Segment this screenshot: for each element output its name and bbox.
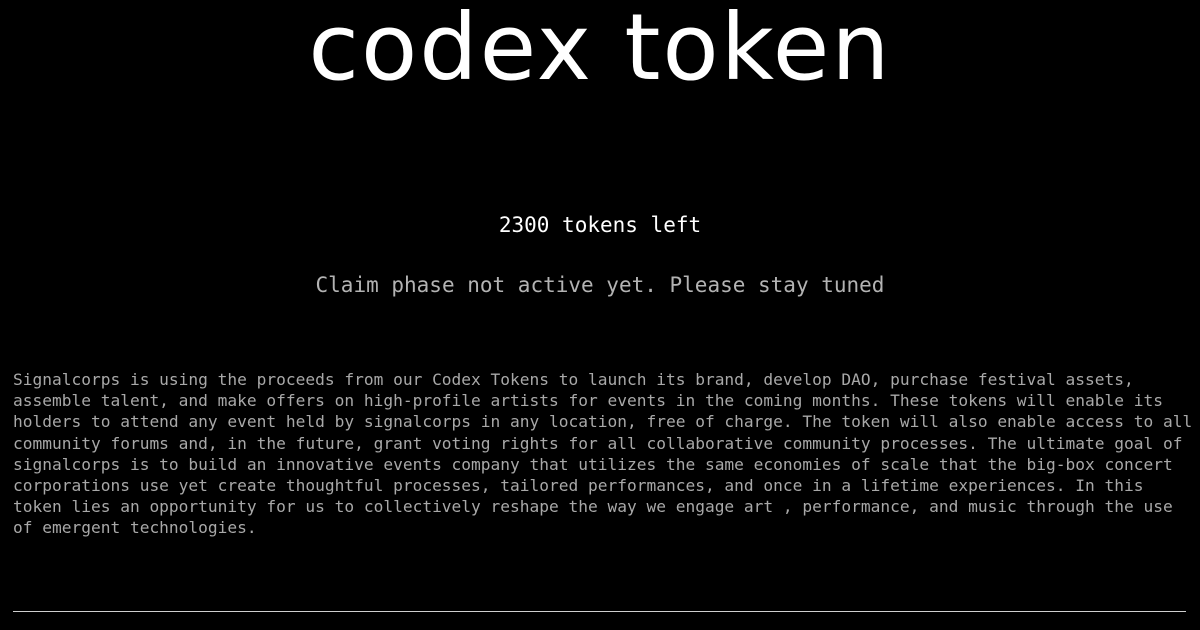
bottom-divider (13, 611, 1186, 612)
page: codex token 2300 tokens left Claim phase… (0, 0, 1200, 630)
page-title: codex token (308, 0, 892, 101)
tokens-left-counter: 2300 tokens left (498, 213, 702, 237)
token-description: Signalcorps is using the proceeds from o… (13, 370, 1193, 538)
claim-status-message: Claim phase not active yet. Please stay … (315, 273, 885, 297)
